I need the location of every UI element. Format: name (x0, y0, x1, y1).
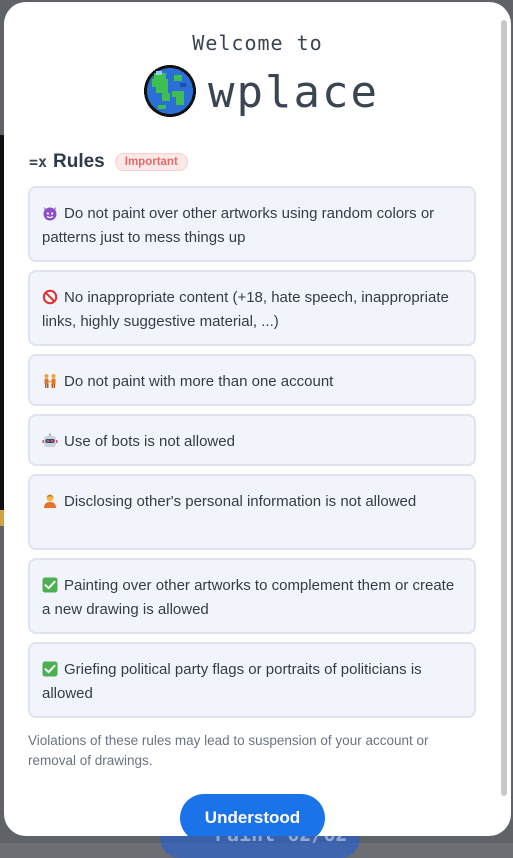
modal-scrollbar[interactable] (501, 20, 507, 796)
rule-text: Painting over other artworks to compleme… (42, 577, 455, 618)
rules-modal: Welcome to wplace =x Rules Important Do … (4, 2, 511, 836)
rule-item-complement-allowed: Painting over other artworks to compleme… (28, 558, 476, 634)
important-badge: Important (114, 153, 188, 171)
people-holding-hands-icon (42, 373, 58, 389)
rule-item-one-account: Do not paint with more than one account (28, 354, 476, 406)
rule-text: No inappropriate content (+18, hate spee… (42, 289, 449, 330)
brand-wordmark: wplace (208, 67, 379, 118)
rule-item-no-griefing: Do not paint over other artworks using r… (28, 186, 476, 262)
rules-title: Rules (53, 151, 105, 172)
devil-face-icon (42, 205, 58, 221)
prohibited-icon (42, 289, 58, 305)
check-mark-icon (42, 577, 58, 593)
rule-text: Griefing political party flags or portra… (42, 661, 422, 702)
rules-list: Do not paint over other artworks using r… (28, 186, 476, 726)
rule-text: Do not paint over other artworks using r… (42, 205, 435, 246)
rule-item-no-inappropriate-content: No inappropriate content (+18, hate spee… (28, 270, 476, 346)
understood-button[interactable]: Understood (180, 794, 325, 836)
globe-icon (144, 65, 196, 117)
rule-item-no-doxxing: Disclosing other's personal information … (28, 474, 476, 550)
robot-icon (42, 433, 58, 449)
violations-note: Violations of these rules may lead to su… (28, 733, 429, 768)
rules-header: =x Rules Important (29, 149, 188, 175)
rule-text: Do not paint with more than one account (64, 373, 334, 390)
rule-text: Disclosing other's personal information … (64, 493, 417, 510)
rule-text: Use of bots is not allowed (64, 433, 235, 450)
rules-list-icon: =x (29, 153, 48, 171)
person-icon (42, 493, 58, 509)
rule-item-political-griefing-allowed: Griefing political party flags or portra… (28, 642, 476, 718)
rule-item-no-bots: Use of bots is not allowed (28, 414, 476, 466)
check-mark-icon (42, 661, 58, 677)
welcome-heading: Welcome to (192, 31, 323, 55)
brand-logo: wplace (142, 60, 379, 122)
